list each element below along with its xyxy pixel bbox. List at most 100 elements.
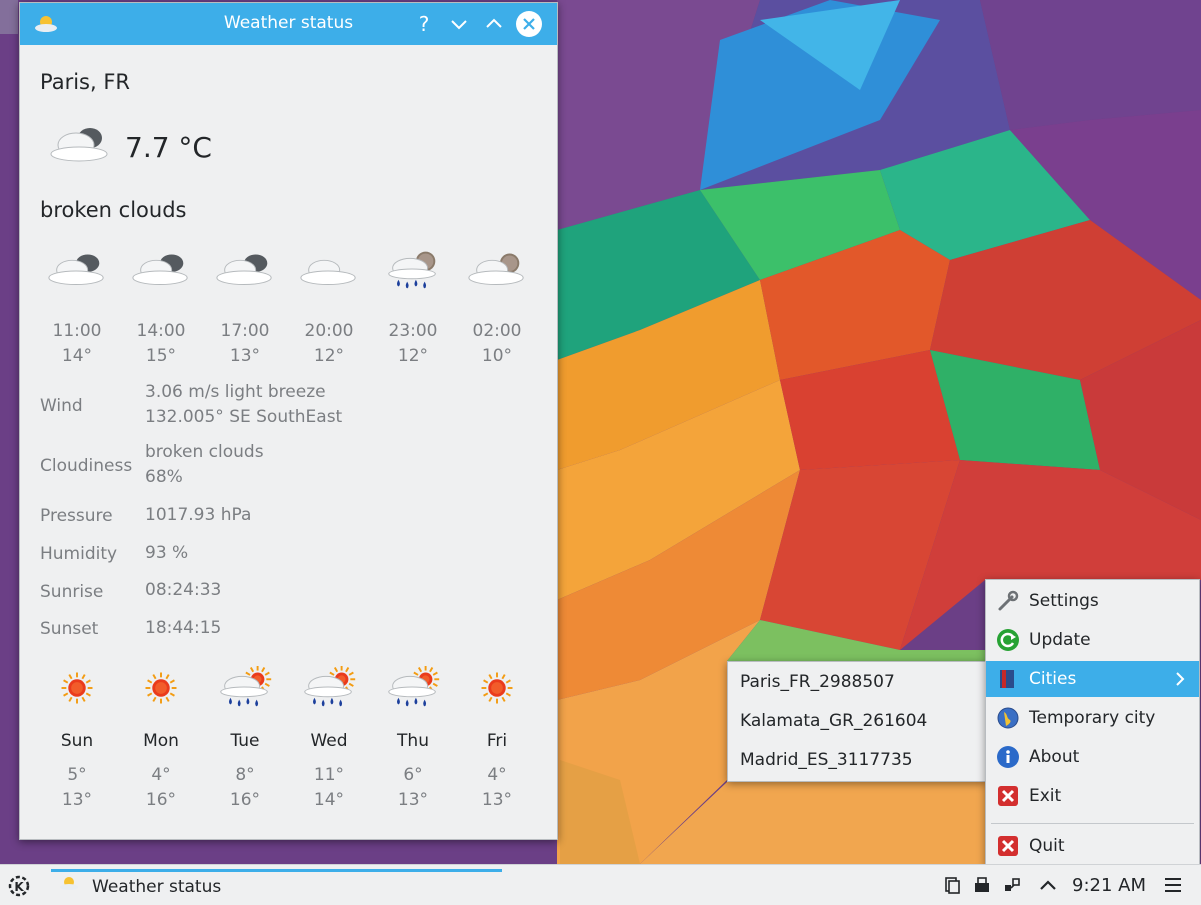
sun-icon — [145, 672, 177, 704]
chevron-right-icon — [1176, 672, 1185, 686]
clipboard-icon[interactable] — [942, 875, 962, 895]
daily-max-temp: 13° — [481, 790, 513, 810]
daily-max-temp: 16° — [145, 790, 177, 810]
wind-direction: 132.005° SE SouthEast — [145, 407, 343, 427]
hourly-temp: 10° — [481, 346, 513, 366]
globe-icon — [997, 707, 1019, 729]
hamburger-menu-icon[interactable] — [1162, 874, 1184, 896]
daily-min-temp: 8° — [235, 765, 255, 785]
weather-app-icon — [60, 877, 78, 890]
window-titlebar[interactable]: Weather status ? — [20, 3, 557, 45]
chevron-up-icon[interactable] — [1038, 875, 1058, 895]
book-icon — [1000, 670, 1014, 688]
menu-item-cities[interactable]: Cities — [986, 661, 1199, 697]
active-task-indicator — [51, 869, 502, 872]
menu-item-exit[interactable]: Exit — [986, 778, 1199, 814]
current-temperature: 7.7 °C — [125, 131, 212, 164]
rain-sun-icon — [388, 666, 440, 707]
pressure-value: 1017.93 hPa — [145, 505, 252, 525]
maximize-button[interactable] — [480, 10, 508, 38]
wind-value: 3.06 m/s light breeze 132.005° SE SouthE… — [145, 380, 342, 430]
hourly-time: 20:00 — [304, 321, 354, 341]
clock[interactable]: 9:21 AM — [1072, 875, 1146, 896]
daily-day-name: Sun — [60, 731, 94, 751]
hourly-forecast-item: 17:00 13° — [205, 239, 285, 369]
close-red-icon — [998, 786, 1018, 806]
menu-item-settings[interactable]: Settings — [986, 583, 1199, 619]
minimize-button[interactable] — [445, 10, 473, 38]
hourly-temp: 12° — [397, 346, 429, 366]
pressure-label: Pressure — [40, 506, 113, 526]
hourly-temp: 14° — [61, 346, 93, 366]
daily-icon-wrap — [121, 657, 201, 719]
sunrise-label: Sunrise — [40, 582, 104, 602]
broken-clouds-icon — [48, 254, 104, 286]
svg-text:?: ? — [419, 12, 430, 36]
sun-icon — [61, 672, 93, 704]
task-button-weather[interactable]: Weather status — [92, 877, 221, 897]
removable-device-icon[interactable] — [972, 875, 992, 895]
daily-min-temp: 4° — [151, 765, 171, 785]
city-item-madrid[interactable]: Madrid_ES_3117735 — [728, 742, 985, 778]
weather-window: Weather status ? Paris, FR 7.7 °C broken… — [19, 2, 558, 840]
hourly-time: 11:00 — [52, 321, 102, 341]
svg-text:K: K — [14, 880, 24, 894]
refresh-icon — [997, 629, 1019, 651]
daily-day-name: Wed — [310, 731, 348, 751]
window-title: Weather status — [223, 13, 354, 33]
hourly-time: 17:00 — [220, 321, 270, 341]
desktop-toolbox-button[interactable] — [0, 0, 18, 34]
menu-label-update: Update — [1029, 630, 1091, 650]
broken-clouds-icon — [216, 254, 272, 286]
daily-day-name: Tue — [230, 731, 260, 751]
cloud-night-icon — [468, 253, 524, 286]
hourly-icon-wrap — [373, 239, 453, 301]
hourly-forecast-item: 11:00 14° — [37, 239, 117, 369]
menu-item-temporary-city[interactable]: Temporary city — [986, 700, 1199, 736]
daily-min-temp: 4° — [487, 765, 507, 785]
sunset-value: 18:44:15 — [145, 618, 222, 638]
wrench-icon — [998, 590, 1019, 611]
city-item-paris[interactable]: Paris_FR_2988507 — [728, 664, 985, 700]
daily-day-name: Thu — [397, 731, 429, 751]
hourly-icon-wrap — [37, 239, 117, 301]
humidity-label: Humidity — [40, 544, 118, 564]
cities-submenu: Paris_FR_2988507 Kalamata_GR_261604 Madr… — [727, 661, 986, 782]
hourly-time: 14:00 — [136, 321, 186, 341]
daily-forecast-item: Sun 5° 13° — [37, 657, 117, 813]
menu-label-settings: Settings — [1029, 591, 1099, 611]
daily-forecast-item: Wed 11° 14° — [289, 657, 369, 813]
menu-label-temporary-city: Temporary city — [1029, 708, 1156, 728]
daily-min-temp: 6° — [403, 765, 423, 785]
hourly-icon-wrap — [121, 239, 201, 301]
hourly-forecast-item: 23:00 12° — [373, 239, 453, 369]
hourly-forecast-item: 20:00 12° — [289, 239, 369, 369]
menu-item-about[interactable]: About — [986, 739, 1199, 775]
rain-sun-icon — [220, 666, 272, 707]
daily-forecast-item: Tue 8° 16° — [205, 657, 285, 813]
hourly-temp: 15° — [145, 346, 177, 366]
menu-label-quit: Quit — [1029, 836, 1065, 856]
daily-icon-wrap — [37, 657, 117, 719]
close-button[interactable] — [515, 10, 543, 38]
broken-clouds-icon — [132, 254, 188, 286]
help-button[interactable]: ? — [410, 10, 438, 38]
daily-forecast-item: Fri 4° 13° — [457, 657, 537, 813]
kde-launcher-icon[interactable]: K — [6, 873, 32, 899]
city-item-kalamata[interactable]: Kalamata_GR_261604 — [728, 703, 985, 739]
menu-item-update[interactable]: Update — [986, 622, 1199, 658]
wind-speed: 3.06 m/s light breeze — [145, 382, 326, 402]
network-icon[interactable] — [1002, 875, 1022, 895]
daily-max-temp: 13° — [397, 790, 429, 810]
humidity-value: 93 % — [145, 543, 189, 563]
daily-forecast-item: Mon 4° 16° — [121, 657, 201, 813]
cloudiness-value: broken clouds 68% — [145, 440, 264, 490]
hourly-time: 02:00 — [472, 321, 522, 341]
daily-min-temp: 5° — [67, 765, 87, 785]
daily-min-temp: 11° — [313, 765, 345, 785]
rain-night-icon — [388, 251, 436, 289]
taskbar: K Weather status 9:21 AM — [0, 864, 1201, 905]
daily-max-temp: 14° — [313, 790, 345, 810]
menu-item-quit[interactable]: Quit — [986, 828, 1199, 864]
sunset-label: Sunset — [40, 619, 99, 639]
